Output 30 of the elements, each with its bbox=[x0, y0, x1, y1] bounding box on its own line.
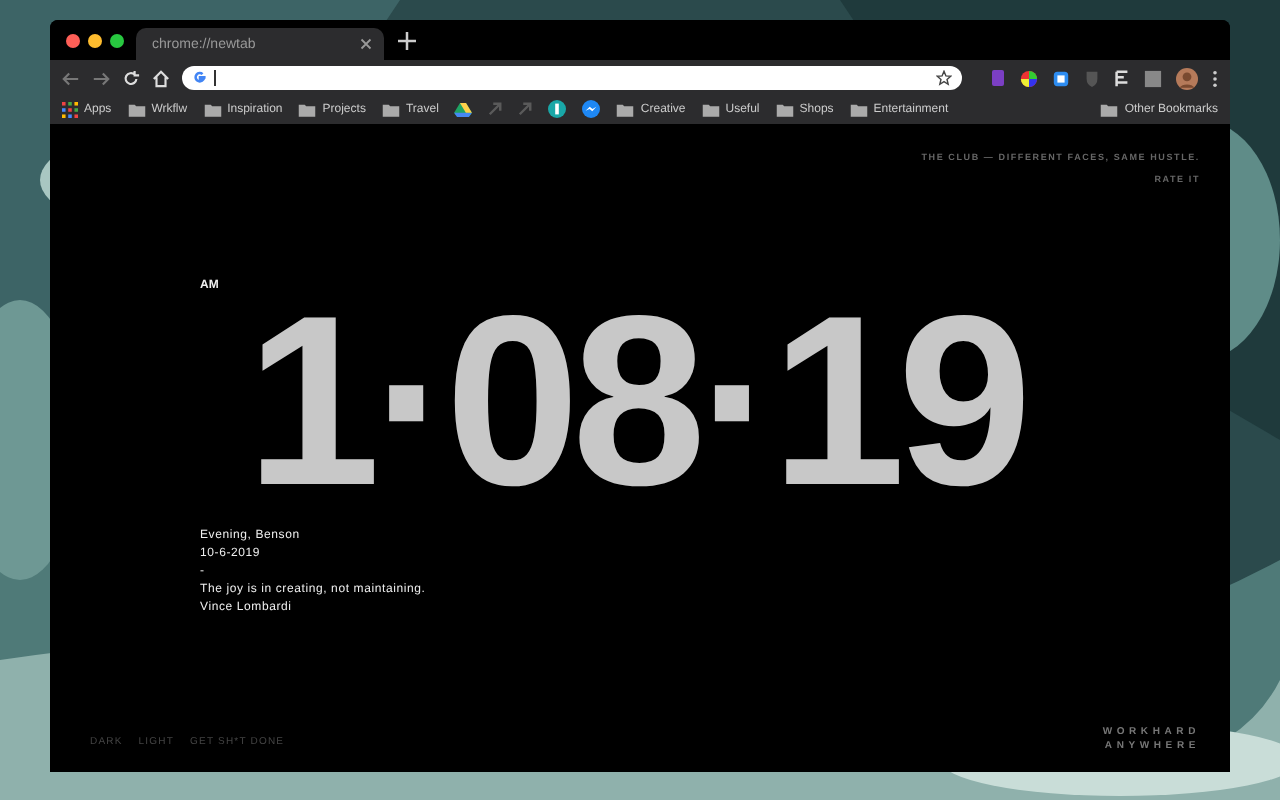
folder-icon bbox=[701, 101, 720, 117]
chat-bubble-icon[interactable] bbox=[582, 100, 601, 118]
clock-time: 1·08·19 bbox=[246, 300, 1027, 500]
minimize-window-icon[interactable] bbox=[88, 33, 102, 47]
extension-icon[interactable] bbox=[1052, 69, 1070, 87]
zoom-window-icon[interactable] bbox=[110, 33, 124, 47]
triangle-icon[interactable] bbox=[454, 101, 473, 117]
new-tab-icon[interactable] bbox=[398, 31, 416, 49]
folder-icon bbox=[127, 101, 146, 117]
reload-icon[interactable] bbox=[122, 69, 140, 87]
circle-icon[interactable] bbox=[548, 100, 567, 118]
folder-icon bbox=[381, 101, 400, 117]
avatar-icon[interactable] bbox=[1176, 67, 1198, 89]
color-wheel-icon[interactable] bbox=[1020, 69, 1038, 87]
folder-icon bbox=[203, 101, 222, 117]
back-icon[interactable] bbox=[62, 69, 80, 87]
bookmark-star-icon[interactable] bbox=[936, 70, 952, 86]
folder-icon bbox=[849, 101, 868, 117]
google-g-icon bbox=[192, 70, 208, 86]
close-window-icon[interactable] bbox=[66, 33, 80, 47]
home-icon[interactable] bbox=[152, 69, 170, 87]
menu-icon[interactable] bbox=[1212, 69, 1218, 87]
folder-icon bbox=[775, 101, 794, 117]
text-cursor bbox=[214, 70, 216, 86]
close-tab-icon[interactable] bbox=[360, 38, 372, 50]
folder-icon bbox=[616, 101, 635, 117]
folder-icon bbox=[298, 101, 317, 117]
forward-icon[interactable] bbox=[92, 69, 110, 87]
apps-grid-icon bbox=[62, 101, 78, 117]
folder-icon bbox=[1100, 101, 1119, 117]
